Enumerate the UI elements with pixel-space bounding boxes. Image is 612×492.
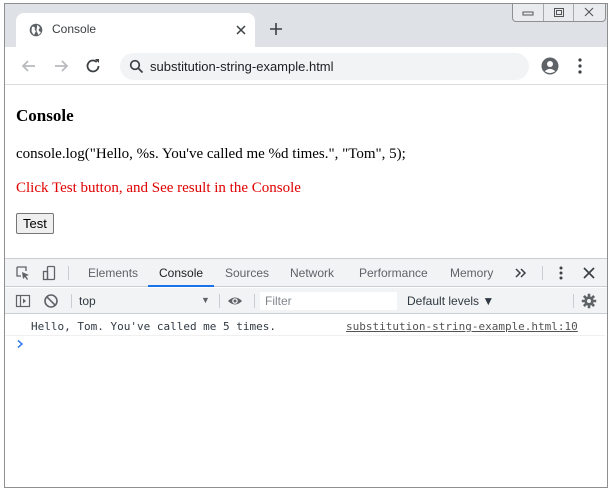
tab-memory[interactable]: Memory bbox=[439, 259, 504, 287]
chevron-down-icon: ▼ bbox=[201, 295, 210, 305]
address-bar[interactable]: substitution-string-example.html bbox=[120, 53, 529, 80]
inspect-icon[interactable] bbox=[15, 265, 31, 281]
instruction-text: Click Test button, and See result in the… bbox=[16, 180, 301, 196]
toolbar-divider bbox=[219, 294, 220, 308]
tab-strip: Console bbox=[5, 4, 607, 47]
eye-icon[interactable] bbox=[227, 293, 243, 309]
console-message-text: Hello, Tom. You've called me 5 times. bbox=[31, 320, 277, 333]
tab-network[interactable]: Network bbox=[279, 259, 345, 287]
close-icon[interactable] bbox=[581, 265, 597, 281]
toolbar-divider bbox=[542, 266, 543, 280]
toolbar-divider bbox=[573, 294, 574, 308]
page-heading: Console bbox=[16, 106, 74, 125]
devtools-panel: Elements Console Sources Network Perform… bbox=[5, 258, 607, 487]
tab-title: Console bbox=[52, 22, 97, 36]
device-icon[interactable] bbox=[41, 265, 57, 281]
tab-console[interactable]: Console bbox=[148, 259, 215, 287]
tab-elements[interactable]: Elements bbox=[77, 259, 149, 287]
more-tabs-icon[interactable] bbox=[512, 265, 528, 281]
menu-icon[interactable] bbox=[577, 57, 583, 75]
window-close-icon bbox=[584, 7, 594, 17]
toolbar-divider bbox=[71, 294, 72, 308]
tab-performance[interactable]: Performance bbox=[348, 259, 439, 287]
filter-field[interactable] bbox=[260, 292, 397, 310]
context-select[interactable]: top bbox=[79, 294, 215, 308]
sidebar-icon[interactable] bbox=[15, 293, 31, 309]
clear-icon[interactable] bbox=[43, 293, 59, 309]
prompt-icon[interactable] bbox=[15, 339, 25, 349]
address-url: substitution-string-example.html bbox=[150, 59, 334, 74]
browser-tab[interactable]: Console bbox=[16, 13, 255, 47]
browser-toolbar: substitution-string-example.html bbox=[5, 47, 607, 85]
profile-icon[interactable] bbox=[541, 57, 559, 75]
toolbar-divider bbox=[254, 294, 255, 308]
log-levels-dropdown[interactable]: Default levels ▼ bbox=[407, 294, 494, 308]
window-controls bbox=[512, 4, 606, 22]
reload-icon[interactable] bbox=[84, 57, 102, 75]
console-source-link[interactable]: substitution-string-example.html:10 bbox=[346, 320, 578, 333]
restore-button[interactable] bbox=[544, 4, 575, 21]
minimize-icon bbox=[522, 11, 534, 16]
filter-input[interactable] bbox=[261, 293, 396, 309]
test-button[interactable]: Test bbox=[16, 213, 54, 234]
console-output: Hello, Tom. You've called me 5 times. su… bbox=[5, 315, 607, 487]
devtools-tabbar: Elements Console Sources Network Perform… bbox=[5, 259, 607, 287]
plus-icon[interactable] bbox=[269, 22, 283, 36]
search-icon bbox=[129, 59, 144, 74]
back-icon[interactable] bbox=[20, 57, 38, 75]
gear-icon[interactable] bbox=[581, 293, 597, 309]
browser-window: Console substitution-string-example.html… bbox=[4, 3, 608, 488]
tab-sources[interactable]: Sources bbox=[214, 259, 280, 287]
code-sample: console.log("Hello, %s. You've called me… bbox=[16, 146, 406, 162]
toolbar-divider bbox=[68, 266, 69, 280]
restore-icon bbox=[553, 8, 564, 17]
window-close-button[interactable] bbox=[574, 4, 605, 21]
page-content: Console console.log("Hello, %s. You've c… bbox=[5, 86, 607, 258]
console-toolbar: top ▼ Default levels ▼ bbox=[5, 288, 607, 314]
globe-icon bbox=[29, 23, 43, 37]
close-icon[interactable] bbox=[234, 23, 248, 37]
minimize-button[interactable] bbox=[513, 4, 544, 21]
kebab-icon[interactable] bbox=[553, 265, 569, 281]
console-message: Hello, Tom. You've called me 5 times. su… bbox=[5, 319, 605, 336]
forward-icon[interactable] bbox=[52, 57, 70, 75]
